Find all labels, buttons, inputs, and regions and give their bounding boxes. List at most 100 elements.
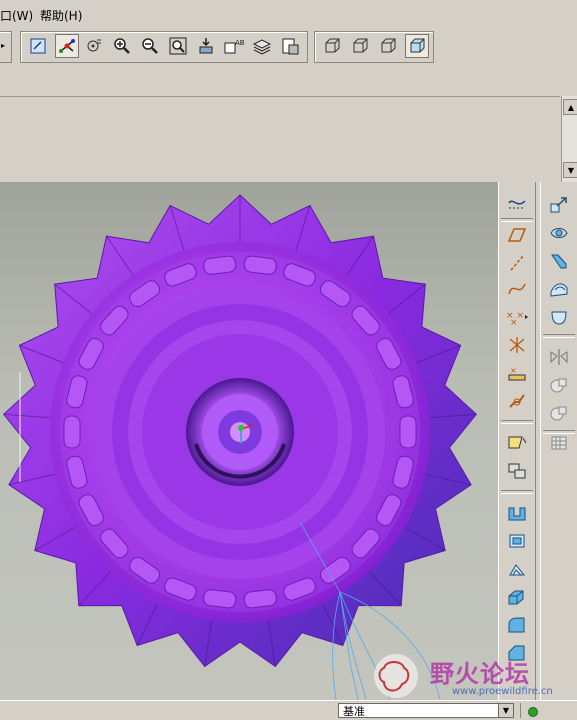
- selection-filter[interactable]: 基准: [338, 703, 514, 718]
- datum-axis-button[interactable]: [505, 252, 529, 274]
- status-bar: 基准 ▼: [0, 700, 577, 720]
- scroll-down-icon[interactable]: ▼: [563, 162, 577, 178]
- layers-icon: [253, 39, 271, 55]
- svg-text:×: ×: [510, 318, 518, 326]
- menu-window[interactable]: 口(W): [0, 7, 33, 24]
- saved-views-button[interactable]: AB: [223, 35, 245, 57]
- refit-button[interactable]: [167, 35, 189, 57]
- toolbar-overflow-icon[interactable]: ▸: [1, 41, 5, 50]
- watermark-title: 野火论坛: [430, 660, 530, 688]
- copy-features-icon: [508, 463, 526, 479]
- datum-point-icon: × ××: [506, 311, 528, 326]
- chevron-down-icon[interactable]: ▼: [498, 703, 514, 718]
- datum-analysis-icon: ×: [508, 366, 526, 381]
- datum-curve-icon: [508, 283, 526, 295]
- blend-button[interactable]: [505, 586, 529, 608]
- extrude-button[interactable]: [505, 502, 529, 524]
- insert-note-icon: [508, 436, 527, 449]
- forum-logo-icon: [374, 654, 418, 698]
- menu-help[interactable]: 帮助(H): [40, 7, 82, 24]
- datum-axis-icon: [510, 255, 524, 271]
- reorient-button[interactable]: [195, 35, 217, 57]
- model-render: [3, 194, 477, 700]
- orient-mode-button[interactable]: [83, 35, 105, 57]
- trim-icon: [550, 406, 567, 421]
- graphics-window[interactable]: [0, 182, 498, 700]
- no-hidden-icon: [381, 38, 396, 53]
- revolve-icon: [509, 534, 525, 548]
- revolve-button[interactable]: [505, 530, 529, 552]
- model-bump: [399, 415, 417, 449]
- datum-point-button[interactable]: × × ×: [505, 306, 529, 328]
- main-toolbar: ▸ AB: [0, 28, 577, 64]
- blend-icon: [508, 590, 524, 605]
- scale-icon: [550, 197, 567, 213]
- scale-button[interactable]: [547, 194, 571, 216]
- spin-center-button[interactable]: [55, 34, 79, 58]
- datum-display-button[interactable]: [505, 192, 529, 214]
- rib-icon: [550, 283, 568, 297]
- mirror-icon: [550, 349, 568, 365]
- toolbar-group-display: [314, 31, 434, 63]
- datum-sketch-icon: [509, 394, 525, 408]
- shading-icon: [410, 38, 425, 53]
- trim-button[interactable]: [547, 402, 571, 424]
- repaint-button[interactable]: [27, 35, 49, 57]
- scroll-up-icon[interactable]: ▲: [563, 99, 577, 115]
- datum-sketch-button[interactable]: [505, 390, 529, 412]
- merge-button[interactable]: [547, 374, 571, 396]
- datum-csys-button[interactable]: [505, 334, 529, 356]
- zoom-in-icon: [114, 38, 130, 54]
- status-separator: [520, 703, 521, 718]
- wireframe-icon: [325, 38, 340, 53]
- model-bump: [243, 255, 277, 275]
- datum-analysis-button[interactable]: ×: [505, 362, 529, 384]
- zoom-in-button[interactable]: [111, 35, 133, 57]
- merge-icon: [550, 378, 567, 393]
- round-button[interactable]: [505, 614, 529, 636]
- reorient-icon: [199, 38, 213, 54]
- datum-plane-icon: [507, 228, 527, 242]
- datum-curve-button[interactable]: [505, 278, 529, 300]
- copy-features-button[interactable]: [505, 460, 529, 482]
- forum-watermark: 野火论坛 www.proewildfire.cn: [368, 652, 573, 700]
- insert-note-button[interactable]: [505, 432, 529, 454]
- zoom-out-button[interactable]: [139, 35, 161, 57]
- toolbar-group-view: AB: [20, 31, 308, 63]
- draft-button[interactable]: [547, 250, 571, 272]
- extrude-icon: [508, 507, 526, 521]
- mirror-button[interactable]: [547, 346, 571, 368]
- saved-views-icon: AB: [224, 39, 244, 54]
- model-center-recess: [95, 289, 385, 579]
- repaint-icon: [30, 38, 46, 54]
- datum-toolbar: × × × ×: [498, 182, 536, 700]
- shell-icon: [550, 228, 568, 238]
- hidden-line-button[interactable]: [349, 35, 371, 57]
- pattern-button[interactable]: [547, 306, 571, 328]
- hidden-line-icon: [353, 38, 368, 53]
- sweep-button[interactable]: [505, 558, 529, 580]
- round-icon: [508, 617, 525, 633]
- svg-text:×: ×: [510, 366, 517, 375]
- rib-button[interactable]: [547, 278, 571, 300]
- shell-button[interactable]: [547, 222, 571, 244]
- status-light-icon: [528, 707, 538, 717]
- model-bump: [243, 589, 277, 609]
- right-toolbar: × × × ×: [498, 182, 577, 700]
- menu-bar: 口(W) 帮助(H): [0, 0, 577, 29]
- draft-icon: [551, 254, 567, 269]
- message-scrollbar[interactable]: ▲ ▼: [561, 96, 577, 182]
- toolbar-group-left: ▸: [0, 31, 12, 63]
- model-setup-button[interactable]: [279, 35, 301, 57]
- model-setup-icon: [282, 38, 299, 55]
- watermark-url: www.proewildfire.cn: [452, 686, 553, 697]
- wireframe-button[interactable]: [321, 35, 343, 57]
- layers-button[interactable]: [251, 35, 273, 57]
- no-hidden-button[interactable]: [377, 35, 399, 57]
- offset-button[interactable]: [547, 432, 571, 454]
- datum-plane-button[interactable]: [505, 224, 529, 246]
- message-area: [0, 96, 560, 183]
- model-bump: [63, 415, 81, 449]
- shading-button[interactable]: [405, 34, 429, 58]
- spin-center-icon: [59, 39, 75, 53]
